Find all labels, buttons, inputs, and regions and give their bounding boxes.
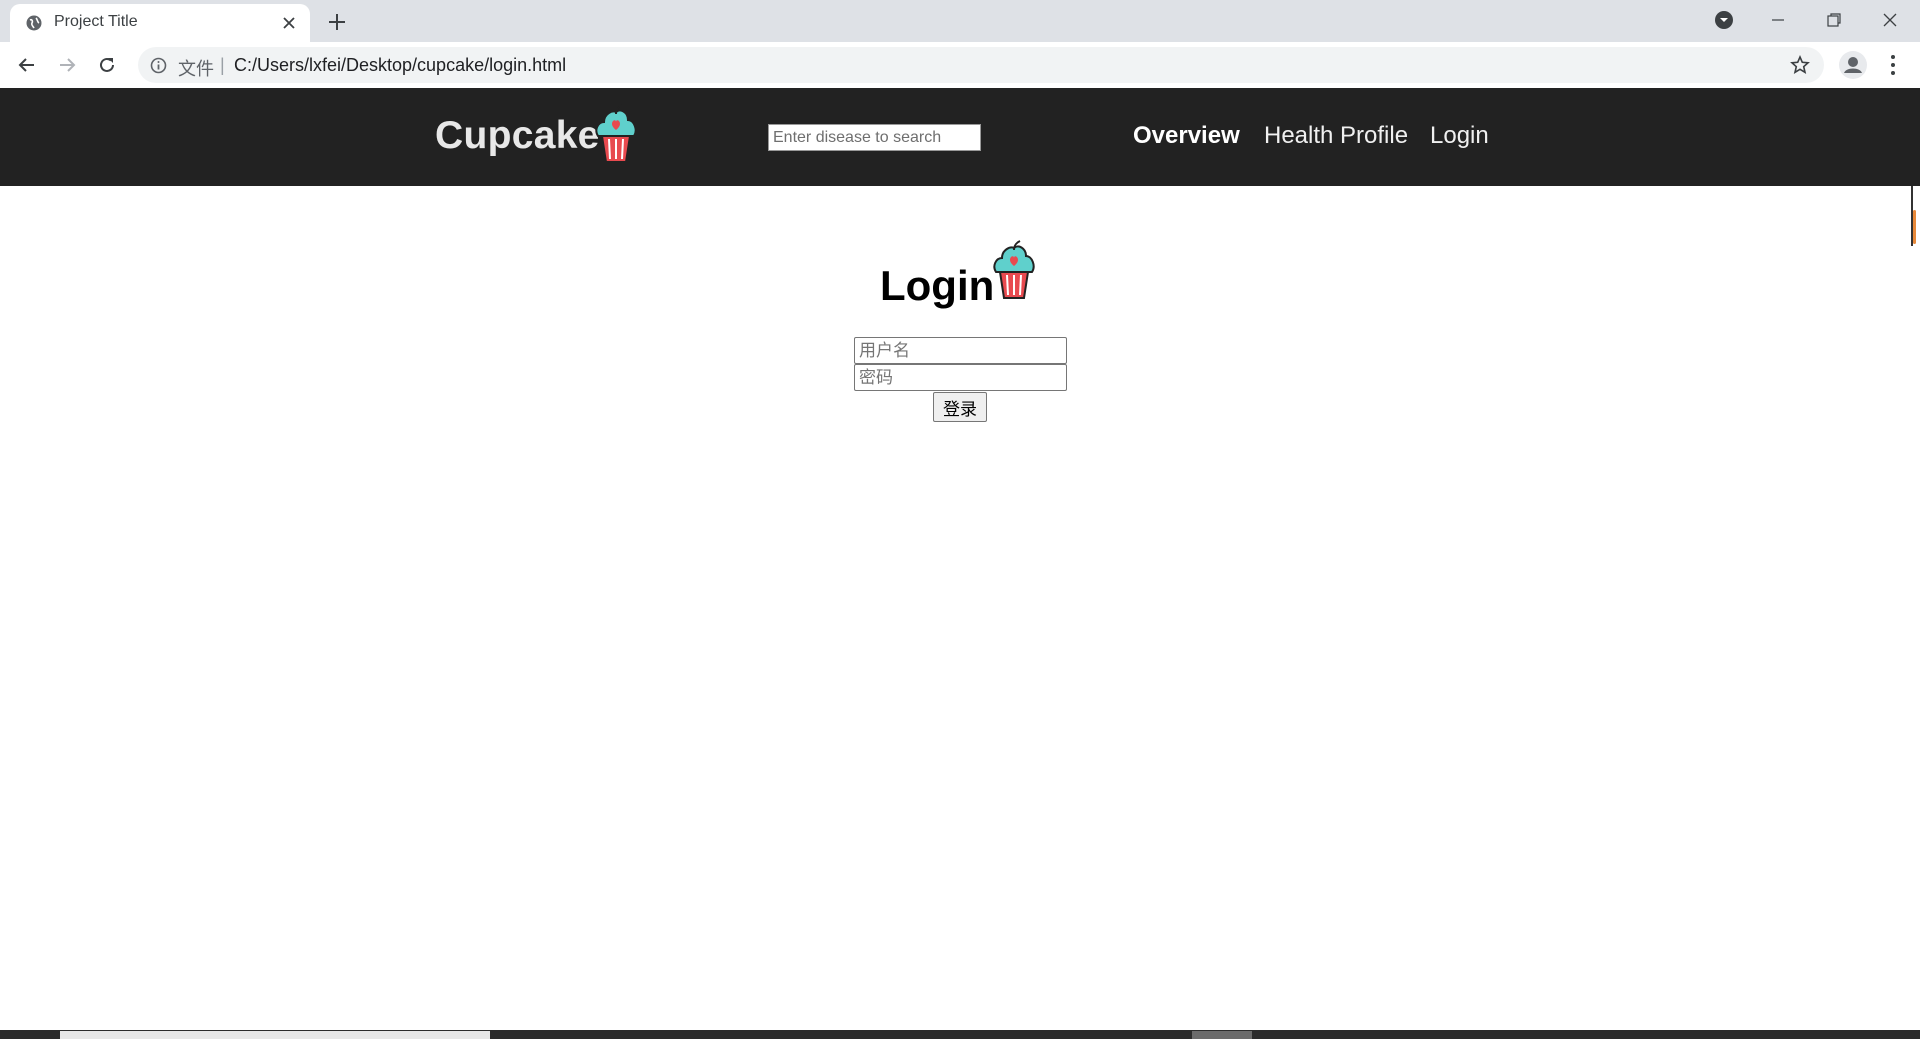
close-tab-icon[interactable]	[280, 14, 298, 32]
close-window-button[interactable]	[1862, 0, 1918, 40]
reload-icon	[100, 57, 114, 72]
chevron-down-circle-icon	[1715, 11, 1733, 29]
arrow-right-icon	[60, 58, 76, 72]
restore-icon	[1827, 13, 1841, 27]
back-button[interactable]	[14, 52, 40, 78]
taskbar-item	[1192, 1031, 1252, 1039]
login-heading: Login	[880, 262, 995, 309]
minimize-icon	[1772, 19, 1784, 21]
nav-overview-link[interactable]: Overview	[1133, 122, 1240, 150]
more-menu-icon[interactable]	[1884, 52, 1902, 78]
taskbar-item	[60, 1031, 490, 1039]
url-text[interactable]: C:/Users/lxfei/Desktop/cupcake/login.htm…	[234, 55, 566, 76]
restore-button[interactable]	[1806, 0, 1862, 40]
scrollbar[interactable]	[1911, 186, 1916, 246]
globe-icon	[26, 15, 42, 31]
login-submit-button[interactable]: 登录	[933, 392, 987, 422]
site-header: Cupcake Overview Health Profile Login	[0, 88, 1920, 186]
profile-avatar-icon[interactable]	[1838, 50, 1868, 80]
tab-search-button[interactable]	[1696, 0, 1752, 40]
nav-login-link[interactable]: Login	[1430, 122, 1489, 150]
url-separator: |	[220, 55, 225, 75]
browser-toolbar: 文件 | C:/Users/lxfei/Desktop/cupcake/logi…	[0, 42, 1920, 88]
address-bar[interactable]: 文件 | C:/Users/lxfei/Desktop/cupcake/logi…	[138, 47, 1824, 83]
arrow-left-icon	[18, 58, 34, 72]
username-input[interactable]	[854, 337, 1067, 364]
tab-title: Project Title	[54, 13, 138, 30]
nav-health-profile-link[interactable]: Health Profile	[1264, 122, 1408, 150]
browser-tabstrip: Project Title	[0, 0, 1920, 42]
forward-button[interactable]	[54, 52, 80, 78]
disease-search-input[interactable]	[768, 124, 981, 151]
password-input[interactable]	[854, 364, 1067, 391]
star-icon[interactable]	[1790, 55, 1810, 75]
cupcake-icon	[595, 104, 637, 163]
info-icon[interactable]	[150, 57, 167, 74]
close-icon	[1883, 13, 1897, 27]
url-scheme-label: 文件	[178, 59, 214, 79]
new-tab-icon[interactable]	[326, 11, 348, 33]
minimize-button[interactable]	[1750, 0, 1806, 40]
browser-tab[interactable]: Project Title	[10, 4, 310, 42]
reload-button[interactable]	[94, 52, 120, 78]
brand-title[interactable]: Cupcake	[435, 114, 600, 158]
cupcake-icon	[993, 240, 1035, 299]
